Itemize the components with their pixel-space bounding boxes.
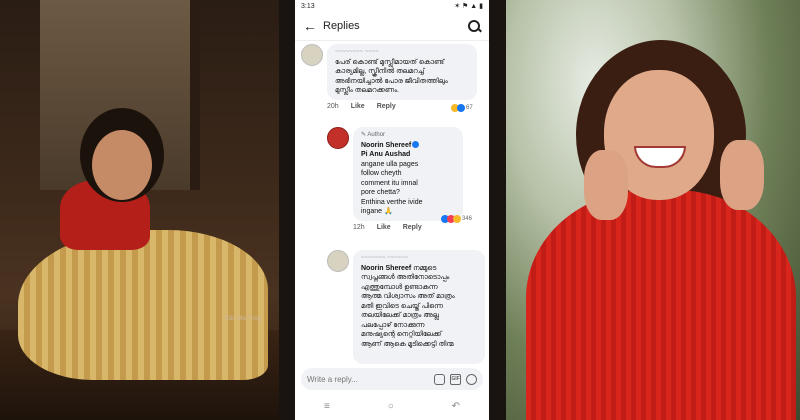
comment-line: comment itu imnal [361, 179, 418, 187]
comment-line: angane ulla pages [361, 160, 419, 168]
comment-line: അഭിനയിച്ചാൽ പോര ജീവിതത്തിലും [335, 77, 448, 85]
like-button[interactable]: Like [377, 224, 391, 231]
comment-line: ആത്മ വിശ്വാസം അത് മാത്രം [361, 293, 455, 300]
mention[interactable]: Noorin Shereef [361, 265, 411, 272]
comment-bubble[interactable]: ~~~~~~~ ~~~~~~ Noorin Shereef നമ്മുടെ സ്… [353, 250, 485, 364]
page-title: Replies [323, 20, 360, 32]
search-icon[interactable] [467, 19, 481, 33]
avatar[interactable] [301, 44, 323, 66]
comment-line: Enthina verthe ivide [361, 198, 423, 206]
woman-head [92, 130, 152, 200]
comment-actions: 12h Like Reply [353, 224, 463, 231]
camera-icon[interactable] [434, 373, 445, 385]
replies-header: ← Replies [295, 12, 489, 41]
gif-icon[interactable]: GIF [450, 373, 461, 385]
comment-bubble[interactable]: ~~~~~~~~ ~~~~ പേര് കൊണ്ട് മുസ്ലീമായത് കൊ… [327, 44, 477, 100]
reply-input-bar[interactable]: Write a reply... GIF [301, 368, 483, 390]
comment-line: പലപ്പോഴ് നോക്കുന്ന [361, 321, 425, 329]
status-icons: ✶ ⚑ ▲ ▮ [454, 3, 483, 10]
left-photo: Ettu Mai Frog [0, 0, 279, 420]
phone-screenshot: 3:13 ✶ ⚑ ▲ ▮ ← Replies ~~~~~~~~ ~~~~ പേര… [295, 0, 489, 420]
saree [18, 230, 268, 380]
avatar[interactable] [327, 250, 349, 272]
commenter-name: Noorin Shereef [361, 140, 455, 151]
reaction-count: 346 [462, 216, 473, 222]
reaction-summary[interactable]: 346 [441, 215, 472, 223]
commenter-name-blurred: ~~~~~~~ ~~~~~~ [361, 255, 409, 261]
verified-icon [412, 140, 420, 148]
comment-3: ~~~~~~~ ~~~~~~ Noorin Shereef നമ്മുടെ സ്… [327, 250, 485, 364]
comment-line: പേര് കൊണ്ട് മുസ്ലീമായത് കൊണ്ട് [335, 58, 445, 66]
comment-line: മുസ്ലീം തലമറക്കണം. [335, 87, 399, 94]
reply-input[interactable]: Write a reply... [307, 375, 429, 384]
right-photo [506, 0, 800, 420]
author-badge: ✎ Author [361, 132, 386, 138]
reaction-count: 67 [466, 105, 473, 111]
comment-bubble[interactable]: ✎ Author Noorin Shereef Pi Anu Aushad an… [353, 127, 463, 221]
comment-line: തലയിലേക്ക് മാത്രം അല്ല [361, 312, 439, 319]
haha-reaction-icon [453, 215, 461, 223]
comment-1: ~~~~~~~~ ~~~~ പേര് കൊണ്ട് മുസ്ലീമായത് കൊ… [301, 44, 477, 110]
like-reaction-icon [457, 104, 465, 112]
comment-line: pore chetta? [361, 189, 400, 196]
emoji-icon[interactable] [466, 373, 477, 385]
home-icon[interactable]: ○ [388, 401, 394, 412]
status-bar: 3:13 ✶ ⚑ ▲ ▮ [295, 0, 489, 12]
reply-button[interactable]: Reply [377, 103, 396, 110]
red-sweater [526, 190, 796, 420]
comment-line: നമ്മുടെ [413, 264, 437, 272]
comment-time: 12h [353, 223, 365, 231]
reply-button[interactable]: Reply [403, 224, 422, 231]
comment-line: follow cheyth [361, 170, 402, 177]
comment-line: മനുഷ്യന്റെ നെറ്റിയിലേക്ക് [361, 331, 442, 338]
photo-watermark: Ettu Mai Frog [225, 316, 262, 322]
left-hand [584, 150, 628, 220]
comment-line: എത്തുമ്പോൾ ഉണ്ടാകുന്ന [361, 283, 438, 291]
back-arrow-icon[interactable]: ← [303, 18, 323, 34]
author-avatar[interactable] [327, 127, 349, 149]
android-nav-bar: ≡ ○ ↶ [295, 396, 489, 416]
comment-line: മതി ഇവിടെ ചെയ്ത് പിന്നെ [361, 302, 443, 310]
comment-line: സ്വപ്നങ്ങൾ അതിനോടൊപ്പം [361, 274, 450, 281]
comment-line: കാര്യമില്ല, സ്ക്രീനിൽ തലമറച്ച് [335, 68, 425, 75]
mention[interactable]: Pi Anu Aushad [361, 150, 455, 160]
like-button[interactable]: Like [351, 103, 365, 110]
right-hand [720, 140, 764, 210]
reaction-summary[interactable]: 67 [451, 104, 473, 112]
comment-line: ആണ് ആകെ മൂടിക്കെട്ടി തിന്മ [361, 340, 454, 348]
comment-time: 20h [327, 102, 339, 110]
status-time: 3:13 [301, 2, 315, 10]
commenter-name: ~~~~~~~~ ~~~~ [335, 49, 379, 55]
menu-icon[interactable]: ≡ [324, 401, 330, 412]
back-icon[interactable]: ↶ [452, 401, 460, 412]
